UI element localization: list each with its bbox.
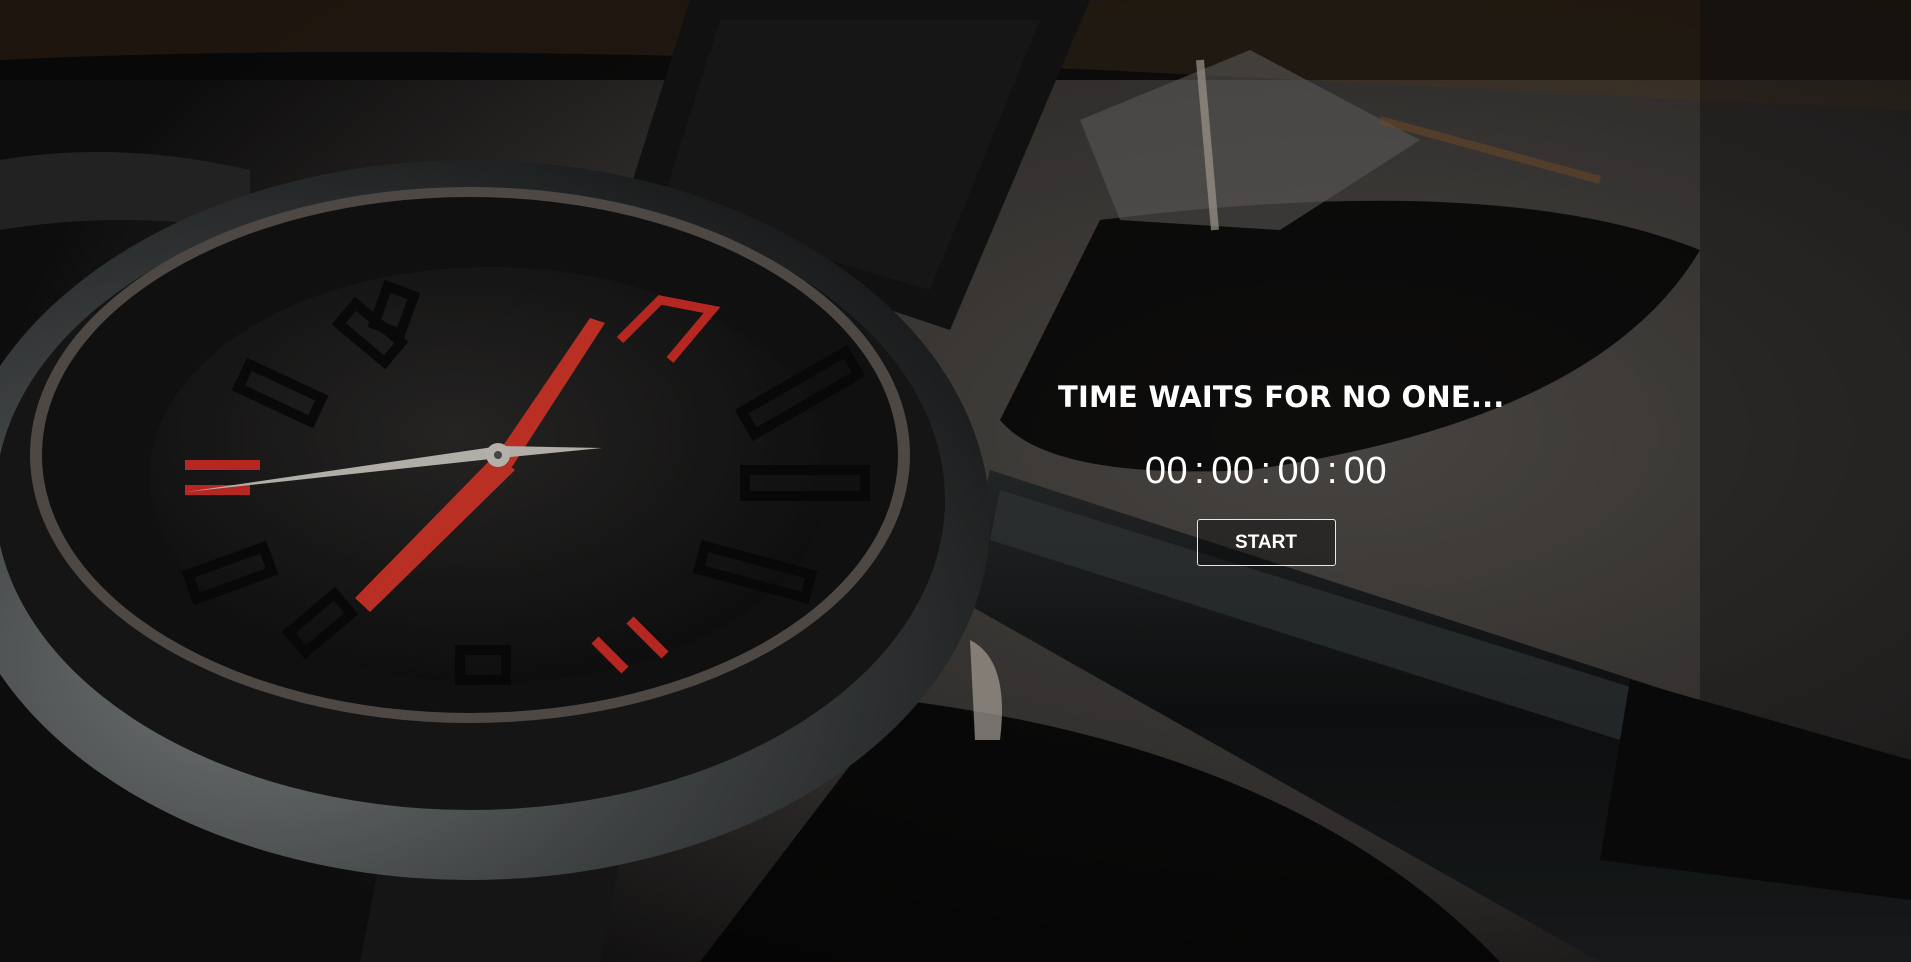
page-stage: TIME WAITS FOR NO ONE... 00:00:00:00 STA… xyxy=(0,0,1911,962)
countdown-panel: TIME WAITS FOR NO ONE... 00:00:00:00 STA… xyxy=(1058,380,1505,566)
countdown-timer: 00:00:00:00 xyxy=(1058,450,1474,493)
timer-days: 00 xyxy=(1144,450,1189,492)
timer-separator: : xyxy=(1194,450,1206,492)
timer-minutes: 00 xyxy=(1277,450,1321,492)
darken-overlay xyxy=(0,0,1911,962)
start-button[interactable]: START xyxy=(1196,519,1336,566)
timer-seconds: 00 xyxy=(1343,450,1388,492)
timer-hours: 00 xyxy=(1211,450,1255,492)
page-title: TIME WAITS FOR NO ONE... xyxy=(1058,380,1505,414)
timer-separator: : xyxy=(1260,450,1272,492)
timer-separator: : xyxy=(1326,450,1338,492)
